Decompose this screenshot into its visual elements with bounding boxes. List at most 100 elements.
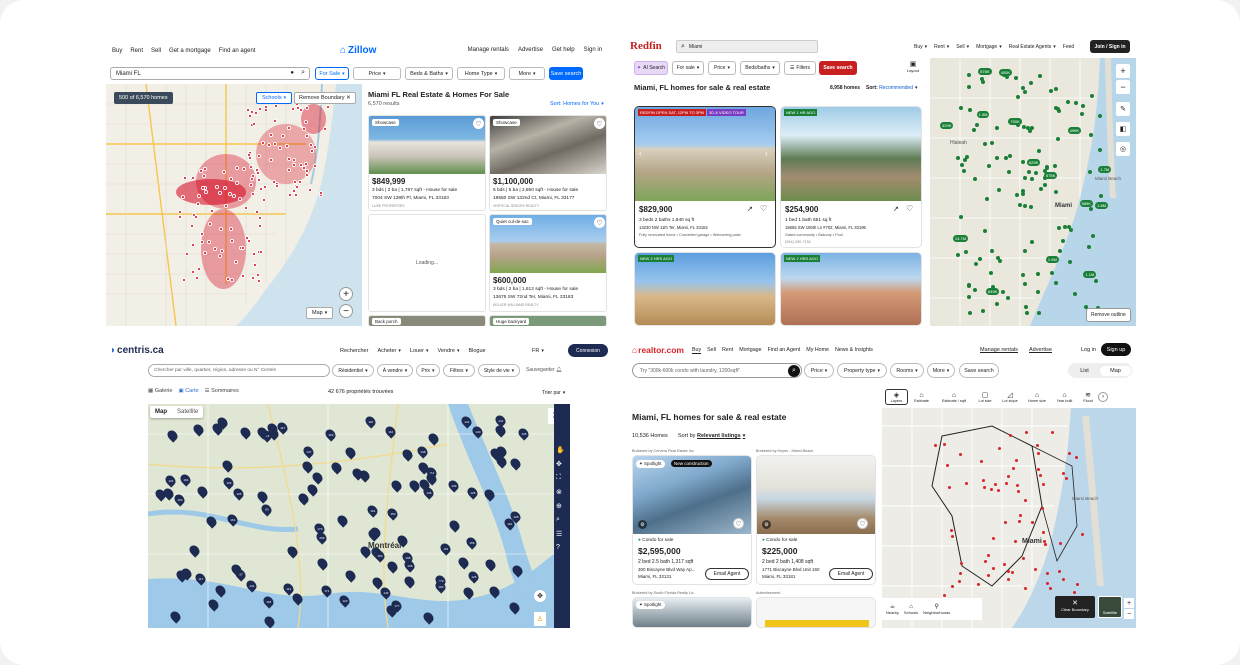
map-listing-dot[interactable]	[261, 198, 266, 203]
map-listing-dot[interactable]	[1025, 310, 1030, 315]
map-listing-pin[interactable]: 126	[465, 485, 480, 500]
map-listing-dot[interactable]	[1098, 114, 1103, 119]
heart-icon[interactable]: ♡	[473, 118, 484, 129]
map-listing-dot[interactable]	[995, 255, 1000, 260]
map-listing-pin[interactable]	[385, 559, 400, 574]
map-listing-dot[interactable]	[291, 189, 296, 194]
map-listing-dot[interactable]	[1023, 586, 1027, 590]
map-listing-dot[interactable]	[956, 253, 961, 258]
toolbar-next-icon[interactable]: ›	[1098, 392, 1108, 402]
nav-mortgage[interactable]: Mortgage	[976, 44, 1002, 50]
toggle-map[interactable]: Map	[1100, 365, 1131, 376]
map-listing-pin[interactable]: 83	[259, 502, 274, 517]
map-listing-dot[interactable]	[1003, 155, 1008, 160]
nav-feed[interactable]: Feed	[1063, 44, 1074, 50]
map-listing-dot[interactable]	[1036, 452, 1040, 456]
map-listing-dot[interactable]	[997, 259, 1002, 264]
map-listing-dot[interactable]	[986, 553, 990, 557]
nav-louer[interactable]: Louer	[410, 348, 429, 354]
map-listing-pin[interactable]: 119	[365, 503, 380, 518]
map-listing-dot[interactable]	[234, 181, 239, 186]
map-listing-dot[interactable]	[997, 489, 1001, 493]
map-listing-pin[interactable]	[310, 469, 325, 485]
map-listing-dot[interactable]	[252, 263, 257, 268]
zillow-logo[interactable]: ⌂ Zillow	[340, 45, 376, 56]
email-agent-button[interactable]: Email Agent	[829, 568, 873, 580]
map-listing-dot[interactable]	[980, 309, 985, 314]
map-listing-pin[interactable]	[315, 556, 330, 571]
map-listing-pin[interactable]	[507, 599, 522, 615]
map-listing-dot[interactable]	[949, 529, 953, 532]
map-listing-dot[interactable]	[951, 585, 955, 588]
map-listing-dot[interactable]	[1043, 182, 1048, 187]
map-listing-pin[interactable]	[290, 591, 305, 607]
map-listing-dot[interactable]	[1048, 89, 1053, 94]
map-listing-dot[interactable]	[1042, 530, 1046, 534]
email-agent-button[interactable]: Email Agent	[705, 568, 749, 580]
nav-rent[interactable]: Rent	[130, 48, 143, 54]
map-listing-dot[interactable]	[959, 215, 964, 220]
map-listing-dot[interactable]	[973, 262, 978, 267]
map-listing-dot[interactable]	[1000, 290, 1005, 295]
layout-button[interactable]: ▣ Layout	[906, 60, 920, 73]
map-listing-dot[interactable]	[224, 203, 229, 208]
map-listing-dot[interactable]	[1023, 304, 1028, 309]
map-listing-dot[interactable]	[1023, 281, 1028, 286]
nav-advertise[interactable]: Advertise	[1029, 347, 1052, 353]
map-listing-pin[interactable]: 150	[385, 506, 400, 522]
map-listing-dot[interactable]	[1039, 187, 1044, 192]
map-listing-dot[interactable]	[1015, 192, 1020, 197]
map-listing-dot[interactable]	[962, 158, 967, 163]
tool-year-built[interactable]: ⌂ Year built	[1051, 392, 1078, 403]
map-listing-dot[interactable]	[1002, 562, 1006, 566]
save-search-button[interactable]: Save search	[549, 67, 583, 80]
map-listing-dot[interactable]	[190, 269, 195, 274]
map-listing-dot[interactable]	[285, 143, 289, 148]
map-listing-dot[interactable]	[973, 176, 978, 181]
filter-property-type[interactable]: Property type	[837, 363, 887, 378]
zoom-in-button[interactable]: +	[339, 287, 353, 301]
nav-find-agent[interactable]: Find an agent	[219, 48, 256, 54]
map-price-label[interactable]: 1.5M	[976, 110, 990, 118]
zillow-map[interactable]: 500 of 6,570 homes Schools Remove Bounda…	[106, 84, 362, 326]
map-listing-pin[interactable]: 156	[464, 535, 479, 551]
map-listing-dot[interactable]	[958, 105, 963, 110]
map-listing-pin[interactable]	[461, 585, 476, 600]
nav-advertise[interactable]: Advertise	[518, 47, 543, 53]
map-listing-dot[interactable]	[982, 485, 986, 489]
map-listing-dot[interactable]	[1036, 444, 1040, 448]
map-listing-dot[interactable]	[967, 107, 972, 112]
map-listing-dot[interactable]	[202, 250, 207, 255]
map-listing-dot[interactable]	[1073, 101, 1078, 106]
tour-icon[interactable]: ⚙	[638, 520, 647, 529]
map-listing-dot[interactable]	[996, 187, 1001, 192]
map-listing-dot[interactable]	[1007, 569, 1011, 573]
map-listing-dot[interactable]	[947, 486, 951, 490]
map-listing-dot[interactable]	[1052, 163, 1057, 168]
filter-for-sale[interactable]: For sale	[672, 61, 704, 75]
listing-card[interactable]: ✦ Spotlight	[632, 597, 752, 628]
map-listing-pin[interactable]: 126	[466, 569, 481, 584]
map-listing-dot[interactable]	[1058, 542, 1062, 546]
map-listing-dot[interactable]	[1036, 310, 1041, 315]
redfin-logo[interactable]: Redfin	[630, 40, 662, 52]
map-listing-dot[interactable]	[1029, 80, 1034, 85]
map-listing-dot[interactable]	[206, 240, 211, 245]
map-listing-pin[interactable]	[168, 609, 183, 624]
map-listing-dot[interactable]	[1034, 567, 1038, 571]
tool-estimate[interactable]: ⌂ Estimate	[908, 392, 935, 403]
heart-icon[interactable]: ♡	[733, 518, 744, 529]
heart-icon[interactable]: ♡	[760, 204, 767, 213]
map-listing-pin[interactable]: 141	[459, 414, 474, 429]
map-listing-dot[interactable]	[1054, 190, 1059, 195]
map-listing-pin[interactable]	[425, 431, 441, 446]
map-listing-dot[interactable]	[992, 536, 996, 540]
map-listing-pin[interactable]	[402, 574, 417, 589]
share-icon[interactable]: ↗	[893, 205, 899, 213]
map-listing-dot[interactable]	[303, 120, 308, 125]
map-listing-dot[interactable]	[1061, 578, 1065, 582]
map-listing-dot[interactable]	[1028, 205, 1033, 210]
filter-rooms[interactable]: Rooms	[890, 363, 924, 378]
map-listing-dot[interactable]	[1022, 249, 1027, 254]
map-listing-dot[interactable]	[294, 185, 299, 190]
